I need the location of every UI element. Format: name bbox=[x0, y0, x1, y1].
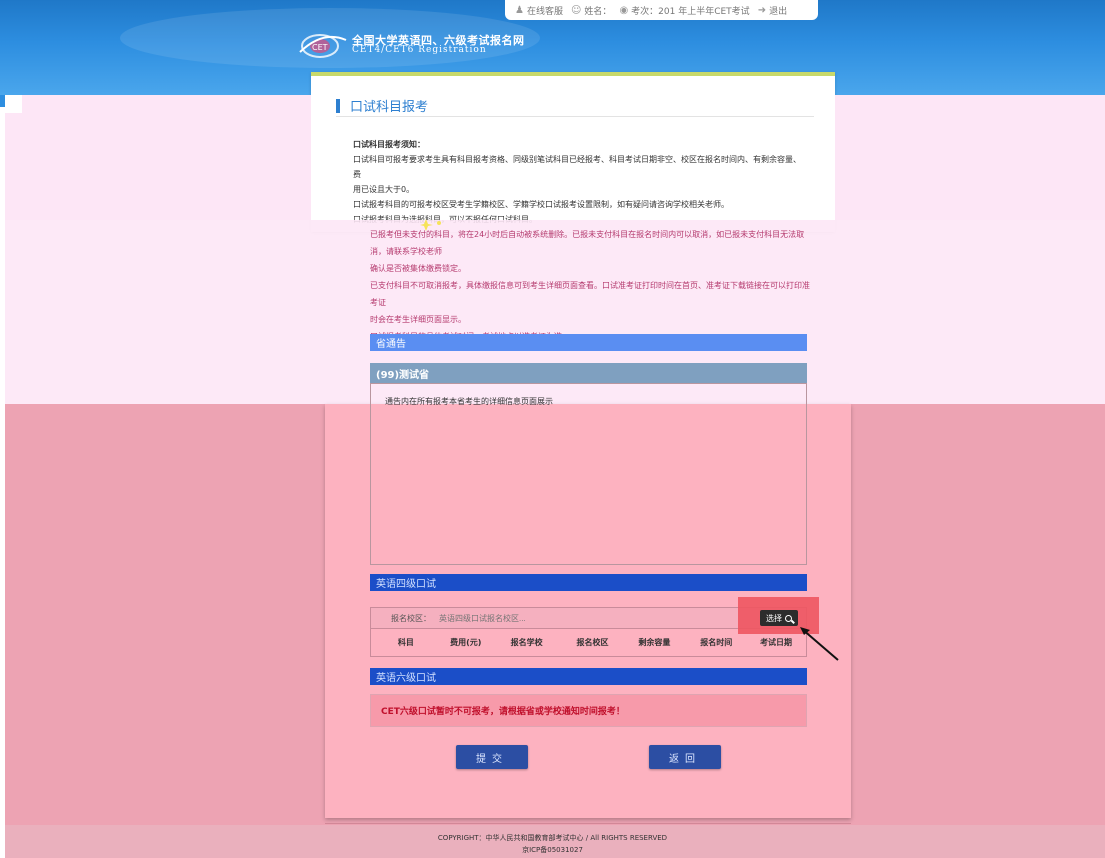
col-campus: 报名校区 bbox=[576, 638, 609, 647]
col-subject: 科目 bbox=[397, 638, 414, 647]
notice-warning-line: 已支付科目不可取消报考，具体缴报信息可到考生详细页面查看。口试准考证打印时间在首… bbox=[370, 281, 810, 307]
online-service-label: 在线客服 bbox=[526, 6, 563, 17]
logout-link[interactable]: ➜ 退出 bbox=[758, 4, 787, 17]
logo-english: CET4/CET6 Registration bbox=[352, 45, 487, 56]
overlay-right bbox=[835, 95, 1105, 220]
col-capacity: 剩余容量 bbox=[638, 638, 671, 647]
pointer-arrow-icon bbox=[800, 627, 839, 661]
overlay-left-white bbox=[5, 95, 22, 113]
choose-label: 选择 bbox=[766, 613, 782, 623]
footer-divider bbox=[325, 823, 851, 824]
col-fee: 费用(元) bbox=[450, 638, 482, 647]
notice-line: 口试科目可报考要求考生具有科目报考资格、同级别笔试科目已经报考、科目考试日期非空… bbox=[353, 155, 801, 179]
notice-line: 用已设且大于0。 bbox=[353, 185, 415, 194]
logout-label: 退出 bbox=[769, 6, 788, 17]
notice-warning-line: 时会在考生详细页面显示。 bbox=[370, 315, 466, 324]
user-name: ☺ 姓名： bbox=[571, 4, 611, 17]
page-footer: COPYRIGHT：中华人民共和国教育部考试中心 / All RIGHTS RE… bbox=[0, 832, 1105, 856]
title-accent-bar bbox=[336, 98, 340, 113]
cet4-oral-header: 英语四级口试 bbox=[370, 574, 807, 591]
search-icon bbox=[785, 614, 792, 622]
page-title: 口试科目报考 bbox=[350, 100, 429, 115]
name-label: 姓名： bbox=[584, 6, 612, 17]
choose-campus-button[interactable]: 选择 bbox=[760, 610, 798, 626]
top-user-bar: ♟ 在线客服 ☺ 姓名： ◉ 考次：201 年上半年CET考试 ➜ 退出 bbox=[505, 0, 818, 20]
overlay-left bbox=[5, 95, 311, 220]
campus-label: 报名校区： bbox=[391, 613, 431, 623]
exam-session: ◉ 考次：201 年上半年CET考试 bbox=[619, 4, 749, 17]
back-button[interactable]: 返回 bbox=[649, 745, 721, 769]
notice-warning-line: 确认是否被集体缴费锁定。 bbox=[370, 264, 466, 273]
notice-heading: 口试科目报考须知： bbox=[353, 140, 425, 149]
page-title-row: 口试科目报考 bbox=[336, 95, 814, 117]
copyright-text: COPYRIGHT：中华人民共和国教育部考试中心 / All RIGHTS RE… bbox=[437, 834, 668, 842]
cet-logo-icon: CET bbox=[299, 34, 347, 58]
icp-text: 京ICP备05031027 bbox=[522, 846, 583, 854]
cet4-table-header: 科目 费用(元) 报名学校 报名校区 剩余容量 报名时间 考试日期 bbox=[370, 629, 807, 657]
site-logo[interactable]: CET 全国大学英语四、六级考试报名网 CET4/CET6 Registrati… bbox=[298, 30, 525, 60]
cet6-oral-header: 英语六级口试 bbox=[370, 668, 807, 685]
notice-block: 口试科目报考须知： 口试科目可报考要求考生具有科目报考资格、同级别笔试科目已经报… bbox=[353, 137, 803, 227]
exam-icon: ◉ bbox=[619, 4, 629, 16]
logout-icon: ➜ bbox=[757, 4, 767, 16]
notice-line: 口试报考科目的可报考校区受考生学籍校区、学籍学校口试报考设置限制，如有疑问请咨询… bbox=[353, 200, 729, 209]
announcement-body bbox=[370, 383, 807, 565]
announcement-header: 省通告 bbox=[370, 334, 807, 351]
svg-text:CET: CET bbox=[312, 43, 328, 52]
col-school: 报名学校 bbox=[510, 638, 543, 647]
exam-label: 考次：201 年上半年CET考试 bbox=[631, 6, 750, 17]
cet6-warning: CET六级口试暂时不可报考，请根据省或学校通知时间报考！ bbox=[370, 694, 807, 727]
notice-warning-line: 已报考但未支付的科目，将在24小时后自动被系统删除。已报未支付科目在报名时间内可… bbox=[370, 230, 805, 256]
province-header: (99)测试省 bbox=[370, 363, 807, 383]
col-reg-time: 报名时间 bbox=[700, 638, 733, 647]
submit-button[interactable]: 提交 bbox=[456, 745, 528, 769]
online-service-link[interactable]: ♟ 在线客服 bbox=[515, 4, 563, 17]
logo-text: 全国大学英语四、六级考试报名网 CET4/CET6 Registration bbox=[352, 34, 525, 56]
user-icon: ☺ bbox=[570, 4, 582, 16]
notice-warning-block: 已报考但未支付的科目，将在24小时后自动被系统删除。已报未支付科目在报名时间内可… bbox=[370, 226, 810, 345]
announcement-text: 通告内在所有报考本省考生的详细信息页面展示 bbox=[385, 397, 553, 406]
service-icon: ♟ bbox=[515, 4, 524, 16]
